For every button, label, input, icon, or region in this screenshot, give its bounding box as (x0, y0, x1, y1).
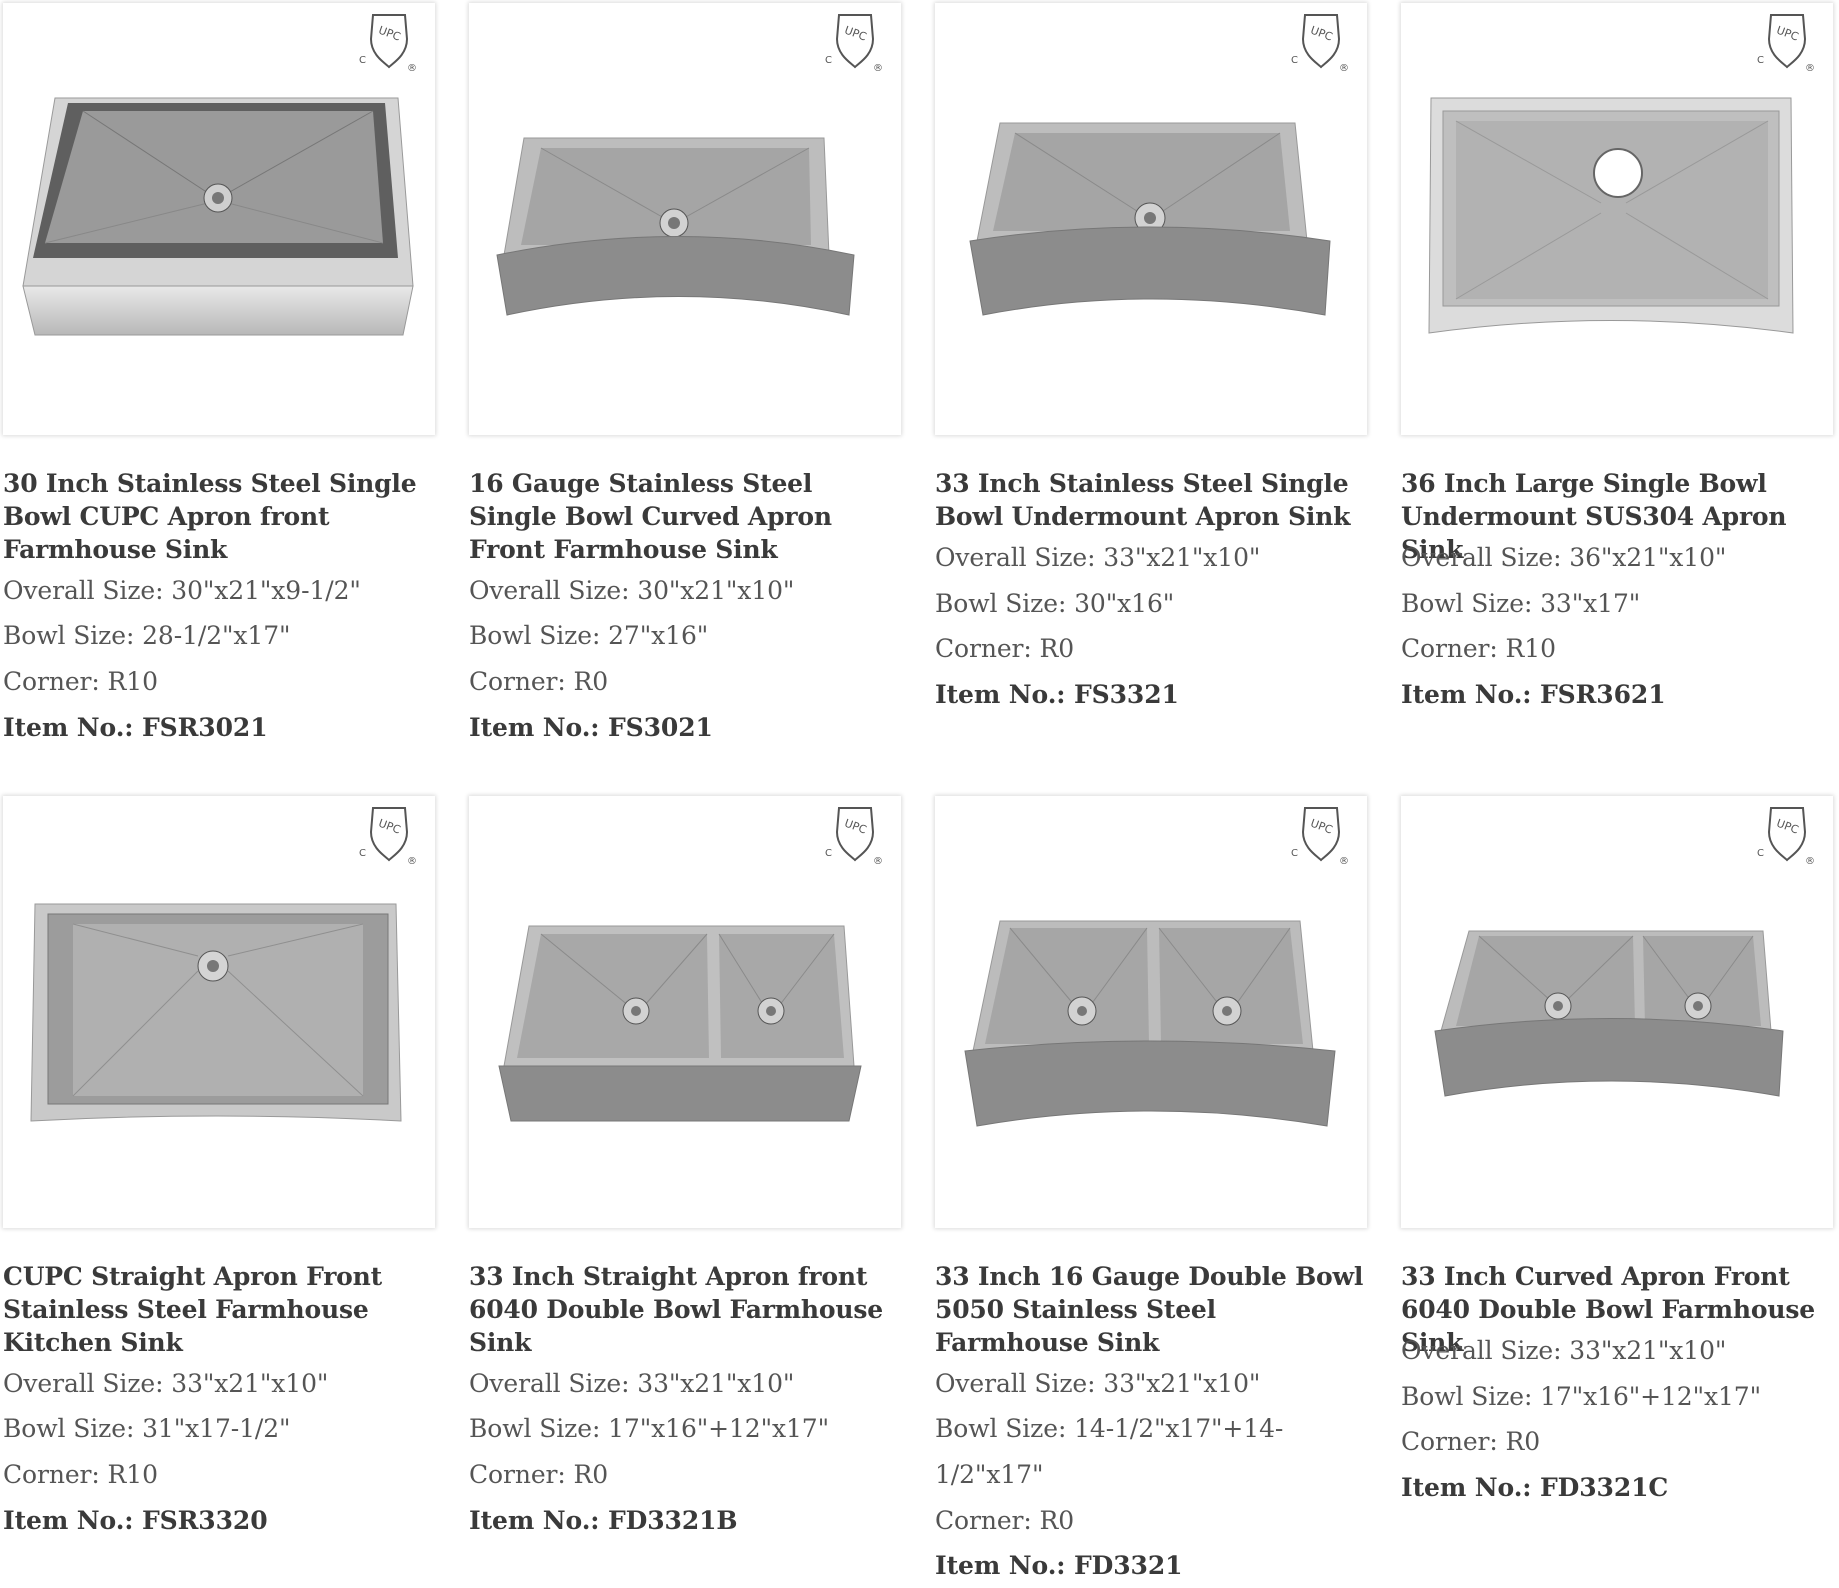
product-image[interactable]: UPC C ® (3, 796, 435, 1228)
bowl-size: Bowl Size: 33"x17" (1401, 589, 1641, 618)
product-image[interactable]: UPC C ® (1401, 796, 1833, 1228)
product-title[interactable]: 33 Inch 16 Gauge Double Bowl 5050 Stainl… (935, 1260, 1371, 1359)
upc-registered-mark: ® (1339, 63, 1349, 74)
bowl-size: Bowl Size: 14-1/2"x17"+14- (935, 1414, 1284, 1443)
bowl-size: Bowl Size: 28-1/2"x17" (3, 621, 291, 650)
corner-radius: Corner: R0 (1401, 1427, 1541, 1456)
bowl-size: Bowl Size: 17"x16"+12"x17" (469, 1414, 830, 1443)
corner-radius: Corner: R0 (935, 1506, 1075, 1535)
overall-size: Overall Size: 33"x21"x10" (1401, 1336, 1727, 1365)
product-image[interactable]: UPC C ® (935, 796, 1367, 1228)
upc-registered-mark: ® (407, 63, 417, 74)
corner-radius: Corner: R0 (469, 667, 609, 696)
upc-certification-icon: UPC C ® (825, 14, 883, 74)
corner-radius: Corner: R10 (3, 667, 158, 696)
product-title[interactable]: 16 Gauge Stainless Steel Single Bowl Cur… (469, 467, 905, 566)
product-title[interactable]: CUPC Straight Apron Front Stainless Stee… (3, 1260, 439, 1359)
item-number: Item No.: FSR3021 (3, 713, 268, 742)
item-number: Item No.: FD3321B (469, 1506, 738, 1535)
corner-radius: Corner: R0 (935, 634, 1075, 663)
upc-certification-icon: UPC C ® (359, 807, 417, 867)
product-title[interactable]: 33 Inch Stainless Steel Single Bowl Unde… (935, 467, 1371, 533)
upc-certification-icon: UPC C ® (1757, 14, 1815, 74)
overall-size: Overall Size: 33"x21"x10" (469, 1369, 795, 1398)
item-number: Item No.: FS3021 (469, 713, 713, 742)
overall-size: Overall Size: 33"x21"x10" (935, 1369, 1261, 1398)
bowl-size: Bowl Size: 17"x16"+12"x17" (1401, 1382, 1762, 1411)
bowl-size: Bowl Size: 31"x17-1/2" (3, 1414, 291, 1443)
overall-size: Overall Size: 30"x21"x9-1/2" (3, 576, 361, 605)
upc-registered-mark: ® (873, 63, 883, 74)
upc-certification-icon: UPC C ® (1757, 807, 1815, 867)
upc-registered-mark: ® (1805, 856, 1815, 867)
product-image[interactable]: UPC C ® (469, 3, 901, 435)
corner-radius: Corner: R10 (1401, 634, 1556, 663)
upc-c-letter: C (1757, 848, 1764, 859)
upc-c-letter: C (1291, 848, 1298, 859)
upc-registered-mark: ® (1805, 63, 1815, 74)
product-image[interactable]: UPC C ® (3, 3, 435, 435)
item-number: Item No.: FS3321 (935, 680, 1179, 709)
product-image[interactable]: UPC C ® (1401, 3, 1833, 435)
upc-certification-icon: UPC C ® (825, 807, 883, 867)
upc-registered-mark: ® (407, 856, 417, 867)
corner-radius: Corner: R10 (3, 1460, 158, 1489)
overall-size: Overall Size: 33"x21"x10" (935, 543, 1261, 572)
upc-certification-icon: UPC C ® (1291, 14, 1349, 74)
product-image[interactable]: UPC C ® (469, 796, 901, 1228)
product-image[interactable]: UPC C ® (935, 3, 1367, 435)
upc-certification-icon: UPC C ® (1291, 807, 1349, 867)
upc-c-letter: C (1291, 55, 1298, 66)
overall-size: Overall Size: 36"x21"x10" (1401, 543, 1727, 572)
item-number: Item No.: FSR3621 (1401, 680, 1666, 709)
item-number: Item No.: FD3321 (935, 1551, 1183, 1580)
bowl-size-continued: 1/2"x17" (935, 1460, 1044, 1489)
upc-c-letter: C (359, 55, 366, 66)
upc-c-letter: C (1757, 55, 1764, 66)
bowl-size: Bowl Size: 27"x16" (469, 621, 709, 650)
upc-registered-mark: ® (873, 856, 883, 867)
product-title[interactable]: 33 Inch Straight Apron front 6040 Double… (469, 1260, 905, 1359)
upc-registered-mark: ® (1339, 856, 1349, 867)
product-title[interactable]: 30 Inch Stainless Steel Single Bowl CUPC… (3, 467, 439, 566)
upc-c-letter: C (359, 848, 366, 859)
upc-c-letter: C (825, 848, 832, 859)
upc-c-letter: C (825, 55, 832, 66)
bowl-size: Bowl Size: 30"x16" (935, 589, 1175, 618)
corner-radius: Corner: R0 (469, 1460, 609, 1489)
overall-size: Overall Size: 33"x21"x10" (3, 1369, 329, 1398)
item-number: Item No.: FSR3320 (3, 1506, 268, 1535)
item-number: Item No.: FD3321C (1401, 1473, 1669, 1502)
overall-size: Overall Size: 30"x21"x10" (469, 576, 795, 605)
upc-certification-icon: UPC C ® (359, 14, 417, 74)
